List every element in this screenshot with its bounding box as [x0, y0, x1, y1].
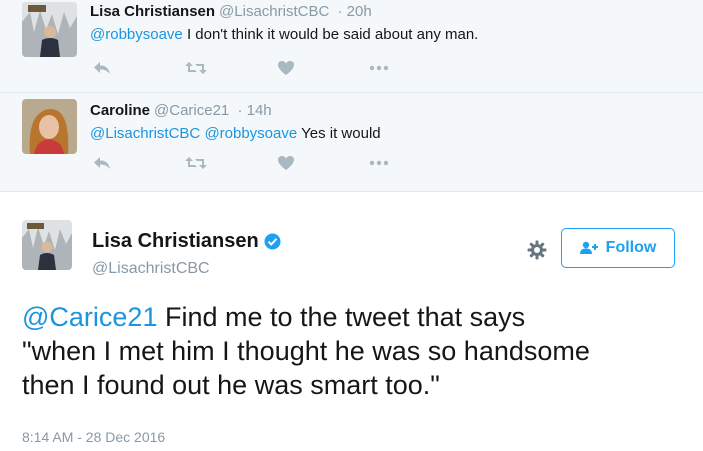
tweet-body: I don't think it would be said about any… — [182, 26, 479, 43]
verified-badge-icon — [264, 233, 281, 250]
tweet-text: @robbysoave I don't think it would be sa… — [90, 24, 478, 46]
retweet-button[interactable] — [185, 58, 277, 78]
reply-tweet[interactable]: Lisa Christiansen @LisachristCBC · 20h @r… — [0, 0, 703, 93]
author-name-text[interactable]: Lisa Christiansen — [92, 230, 259, 253]
more-icon — [369, 65, 389, 71]
avatar[interactable] — [22, 99, 77, 154]
reply-icon — [94, 62, 110, 74]
reply-tweet[interactable]: Caroline @Carice21 · 14h @LisachristCBC @… — [0, 93, 703, 192]
avatar[interactable] — [22, 220, 72, 270]
tweet-time[interactable]: · 20h — [337, 3, 371, 20]
retweet-icon — [185, 157, 207, 169]
gear-icon[interactable] — [527, 240, 547, 260]
author-name[interactable]: Lisa Christiansen — [92, 230, 281, 253]
author-handle[interactable]: @Carice21 — [154, 102, 229, 119]
tweet-line: "when I met him I thought he was so hand… — [22, 336, 590, 366]
author-handle[interactable]: @LisachristCBC — [219, 3, 329, 20]
tweet-text: @LisachristCBC @robbysoave Yes it would — [90, 123, 381, 145]
more-icon — [369, 160, 389, 166]
reply-button[interactable] — [93, 58, 185, 78]
tweet-time[interactable]: · 14h — [237, 102, 271, 119]
reply-button[interactable] — [93, 153, 185, 173]
more-button[interactable] — [369, 153, 461, 173]
tweet-actions — [93, 58, 461, 78]
retweet-icon — [185, 62, 207, 74]
mention-link[interactable]: @LisachristCBC — [90, 125, 200, 142]
mention-link[interactable]: @Carice21 — [22, 302, 157, 332]
author-name[interactable]: Caroline — [90, 102, 150, 119]
tweet-line: then I found out he was smart too." — [22, 370, 440, 400]
like-button[interactable] — [277, 153, 369, 173]
like-button[interactable] — [277, 58, 369, 78]
retweet-button[interactable] — [185, 153, 277, 173]
author-handle[interactable]: @LisachristCBC — [92, 260, 210, 278]
more-button[interactable] — [369, 58, 461, 78]
like-icon — [278, 61, 294, 75]
tweet-body: Yes it would — [297, 125, 381, 142]
like-icon — [278, 156, 294, 170]
follow-button[interactable]: Follow — [561, 228, 675, 268]
tweet-actions — [93, 153, 461, 173]
main-tweet: Lisa Christiansen @LisachristCBC Follow … — [0, 192, 703, 451]
tweet-timestamp[interactable]: 8:14 AM - 28 Dec 2016 — [22, 429, 165, 445]
follow-label: Follow — [605, 239, 657, 256]
reply-icon — [94, 157, 110, 169]
tweet-line: Find me to the tweet that says — [157, 302, 526, 332]
avatar[interactable] — [22, 2, 77, 57]
mention-link[interactable]: @robbysoave — [204, 125, 297, 142]
author-name[interactable]: Lisa Christiansen — [90, 3, 215, 20]
add-user-icon — [579, 241, 598, 254]
mention-link[interactable]: @robbysoave — [90, 26, 183, 43]
tweet-text: @Carice21 Find me to the tweet that says… — [22, 300, 692, 402]
